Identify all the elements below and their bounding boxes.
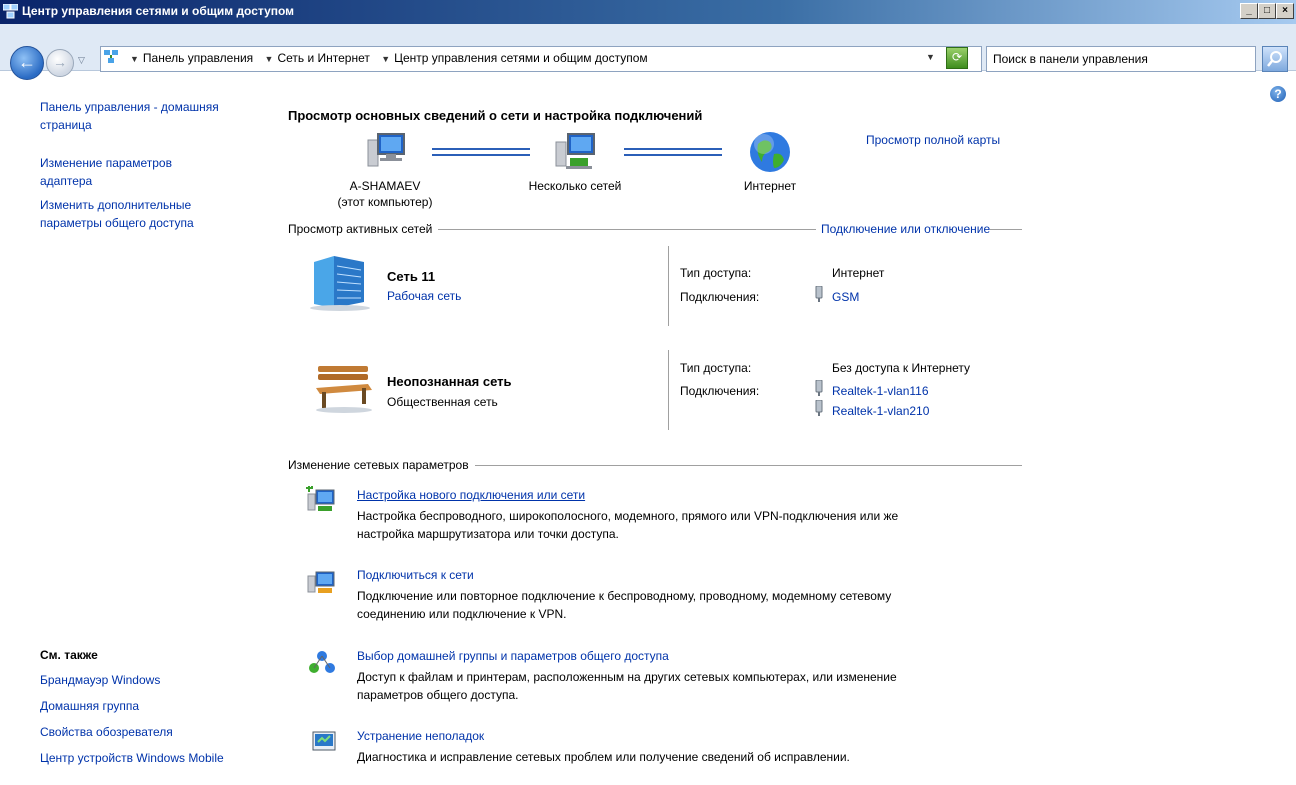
network-type-link[interactable]: Рабочая сеть	[387, 289, 461, 303]
back-button[interactable]: ←	[10, 46, 44, 80]
search-input[interactable]: Поиск в панели управления	[986, 46, 1256, 72]
network-icon	[104, 50, 118, 63]
full-map-link[interactable]: Просмотр полной карты	[866, 133, 1000, 147]
task-desc: Настройка беспроводного, широкополосного…	[357, 509, 899, 523]
forward-button[interactable]: →	[46, 49, 74, 77]
search-icon	[1267, 51, 1282, 67]
breadcrumb-network-center[interactable]: Центр управления сетями и общим доступом	[394, 51, 648, 65]
search-placeholder: Поиск в панели управления	[993, 52, 1148, 66]
new-connection-icon	[306, 486, 335, 511]
sidebar-link-sharing[interactable]: Изменить дополнительные	[40, 198, 191, 212]
task-link-homegroup[interactable]: Выбор домашней группы и параметров общег…	[357, 649, 669, 663]
recent-pages-dropdown[interactable]: ▽	[78, 55, 85, 66]
connection-plug-icon	[815, 400, 823, 416]
internet-label: Интернет	[743, 179, 797, 193]
see-also-heading: См. также	[40, 648, 98, 662]
public-network-bench-icon	[316, 366, 372, 413]
globe-icon	[750, 132, 790, 172]
access-type-value: Интернет	[832, 266, 885, 280]
chevron-down-icon[interactable]: ▼	[130, 54, 139, 64]
sidebar-link-adapter-2[interactable]: адаптера	[40, 174, 92, 188]
access-type-value: Без доступа к Интернету	[832, 361, 971, 375]
window-title: Центр управления сетями и общим доступом	[22, 4, 295, 18]
connection-plug-icon	[815, 380, 823, 396]
see-also-firewall[interactable]: Брандмауэр Windows	[40, 673, 160, 687]
map-link-line	[432, 148, 530, 156]
vertical-divider	[668, 246, 669, 326]
map-link-line	[624, 148, 722, 156]
search-button[interactable]	[1262, 46, 1288, 72]
address-dropdown-icon[interactable]: ▼	[926, 52, 935, 62]
help-icon[interactable]: ?	[1270, 86, 1286, 102]
sidebar-link-sharing-2[interactable]: параметры общего доступа	[40, 216, 194, 230]
close-button[interactable]: ×	[1276, 3, 1294, 19]
connections-label: Подключения:	[680, 384, 760, 398]
see-also-mobile-center[interactable]: Центр устройств Windows Mobile	[40, 751, 224, 765]
homegroup-icon	[309, 651, 335, 673]
access-type-label: Тип доступа:	[680, 266, 752, 280]
task-desc: Подключение или повторное подключение к …	[357, 589, 892, 603]
computer-name: A-SHAMAEV	[349, 179, 421, 193]
task-link-connect[interactable]: Подключиться к сети	[357, 568, 474, 582]
connection-link-gsm[interactable]: GSM	[832, 290, 859, 304]
task-link-new-connection[interactable]: Настройка нового подключения или сети	[357, 488, 585, 502]
connection-link-vlan116[interactable]: Realtek-1-vlan116	[832, 384, 929, 398]
maximize-button[interactable]: □	[1258, 3, 1276, 19]
connection-plug-icon	[815, 286, 823, 302]
task-desc: параметров общего доступа.	[357, 688, 519, 702]
multiple-networks-icon	[555, 133, 595, 169]
access-type-label: Тип доступа:	[680, 361, 752, 375]
network-name: Сеть 11	[387, 269, 436, 284]
computer-sub: (этот компьютер)	[337, 195, 433, 209]
sidebar-link-home-2[interactable]: страница	[40, 118, 92, 132]
see-also-homegroup[interactable]: Домашняя группа	[40, 699, 139, 713]
change-settings-title: Изменение сетевых параметров	[288, 458, 475, 472]
connection-link-vlan210[interactable]: Realtek-1-vlan210	[832, 404, 929, 418]
task-desc: Диагностика и исправление сетевых пробле…	[357, 750, 850, 764]
refresh-button[interactable]: ⟳	[946, 47, 968, 69]
network-name: Неопознанная сеть	[387, 374, 512, 389]
page-title: Просмотр основных сведений о сети и наст…	[288, 108, 703, 123]
work-network-icon	[310, 256, 370, 311]
breadcrumb-control-panel[interactable]: Панель управления	[143, 51, 253, 65]
sidebar-link-adapter[interactable]: Изменение параметров	[40, 156, 172, 170]
minimize-button[interactable]: _	[1240, 3, 1258, 19]
breadcrumb: ▼ Панель управления ▼ Сеть и Интернет ▼ Цен…	[122, 51, 648, 65]
connect-disconnect-link[interactable]: Подключение или отключение	[816, 222, 991, 236]
computer-icon	[367, 133, 405, 167]
sidebar-link-home[interactable]: Панель управления - домашняя	[40, 100, 219, 114]
task-desc: настройка маршрутизатора или точки досту…	[357, 527, 619, 541]
task-desc: соединению или подключение к VPN.	[357, 607, 567, 621]
task-desc: Доступ к файлам и принтерам, расположенн…	[357, 670, 897, 684]
see-also-internet-options[interactable]: Свойства обозревателя	[40, 725, 173, 739]
title-bar: Центр управления сетями и общим доступом…	[0, 0, 1296, 24]
vertical-divider	[668, 350, 669, 430]
chevron-down-icon[interactable]: ▼	[265, 54, 274, 64]
breadcrumb-network-internet[interactable]: Сеть и Интернет	[277, 51, 369, 65]
active-networks-title: Просмотр активных сетей	[288, 222, 439, 236]
multiple-networks-label: Несколько сетей	[528, 179, 622, 193]
task-link-troubleshoot[interactable]: Устранение неполадок	[357, 729, 484, 743]
troubleshoot-icon	[312, 731, 336, 751]
connect-network-icon	[307, 571, 335, 593]
chevron-down-icon[interactable]: ▼	[381, 54, 390, 64]
network-center-icon	[3, 4, 18, 19]
network-type: Общественная сеть	[387, 395, 498, 409]
connections-label: Подключения:	[680, 290, 760, 304]
